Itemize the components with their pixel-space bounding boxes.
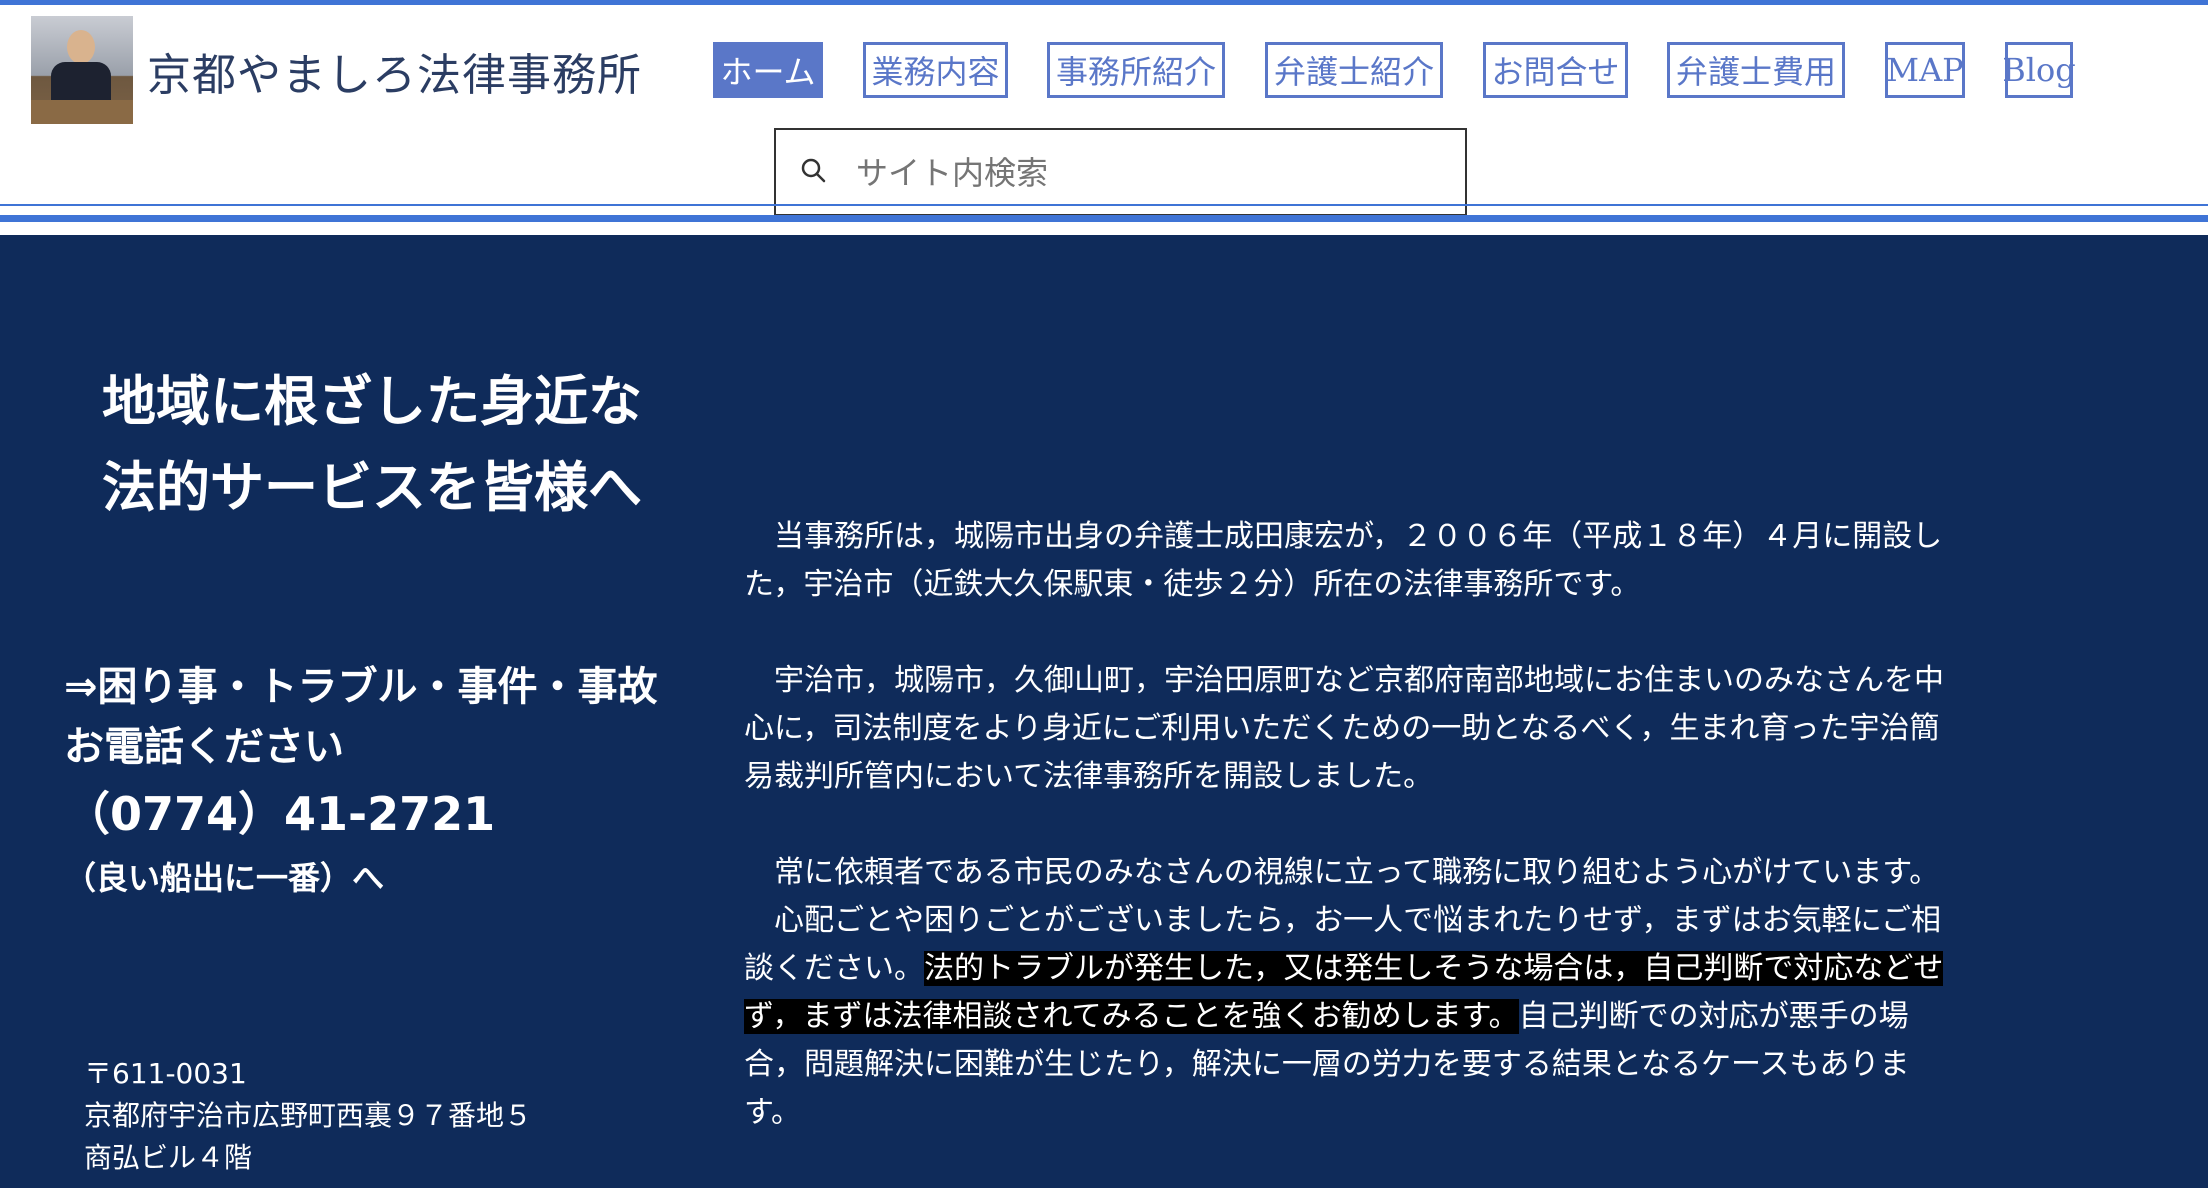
site-header: 京都やましろ法律事務所 ホーム 業務内容 事務所紹介 弁護士紹介 お問合せ 弁護… [0, 5, 2208, 216]
contact-line-2: お電話ください [64, 724, 344, 770]
nav-blog[interactable]: Blog [2002, 42, 2076, 98]
nav-map[interactable]: MAP [1885, 42, 1965, 98]
contact-block: ⇒困り事・トラブル・事件・事故 お電話ください （0774）41-2721 （良… [64, 657, 658, 903]
site-title[interactable]: 京都やましろ法律事務所 [147, 39, 642, 103]
office-address: 〒611-0031 京都府宇治市広野町西裏９７番地５ 商弘ビル４階 [84, 1053, 532, 1179]
intro-paragraph-1: 当事務所は，城陽市出身の弁護士成田康宏が，２００６年（平成１８年）４月に開設した… [744, 519, 1943, 602]
address-line-1: 京都府宇治市広野町西裏９７番地５ [84, 1099, 533, 1132]
intro-text: 当事務所は，城陽市出身の弁護士成田康宏が，２００６年（平成１８年）４月に開設した… [744, 513, 1964, 1137]
search-icon[interactable] [800, 157, 826, 183]
main-content: 地域に根ざした身近な 法的サービスを皆様へ ⇒困り事・トラブル・事件・事故 お電… [0, 235, 2208, 1188]
site-search [774, 128, 1467, 216]
nav-office[interactable]: 事務所紹介 [1047, 42, 1225, 98]
intro-paragraph-4: 心配ごとや困りごとがございましたら，お一人で悩まれたりせず，まずはお気軽にご相談… [744, 897, 1964, 1137]
nav-services[interactable]: 業務内容 [863, 42, 1008, 98]
intro-paragraph-2: 宇治市，城陽市，久御山町，宇治田原町など京都府南部地域にお住まいのみなさんを中心… [744, 663, 1944, 794]
phone-mnemonic: （良い船出に一番）へ [64, 859, 385, 897]
intro-paragraph-3: 常に依頼者である市民のみなさんの視線に立って職務に取り組むよう心がけています。 [744, 855, 1940, 890]
hero-line-2: 法的サービスを皆様へ [102, 456, 642, 519]
header-divider-thick [0, 215, 2208, 222]
postal-code: 〒611-0031 [84, 1057, 247, 1090]
nav-home[interactable]: ホーム [713, 42, 823, 98]
nav-contact[interactable]: お問合せ [1483, 42, 1628, 98]
nav-lawyer[interactable]: 弁護士紹介 [1265, 42, 1443, 98]
hero-heading: 地域に根ざした身近な 法的サービスを皆様へ [102, 359, 642, 531]
search-input[interactable] [854, 148, 1448, 198]
lawyer-photo [31, 16, 133, 124]
hero-line-1: 地域に根ざした身近な [102, 370, 642, 433]
header-divider-thin [0, 204, 2208, 206]
phone-number[interactable]: （0774）41-2721 [64, 781, 658, 847]
address-line-2: 商弘ビル４階 [84, 1141, 253, 1174]
contact-line-1: ⇒困り事・トラブル・事件・事故 [64, 664, 658, 710]
nav-fees[interactable]: 弁護士費用 [1667, 42, 1845, 98]
